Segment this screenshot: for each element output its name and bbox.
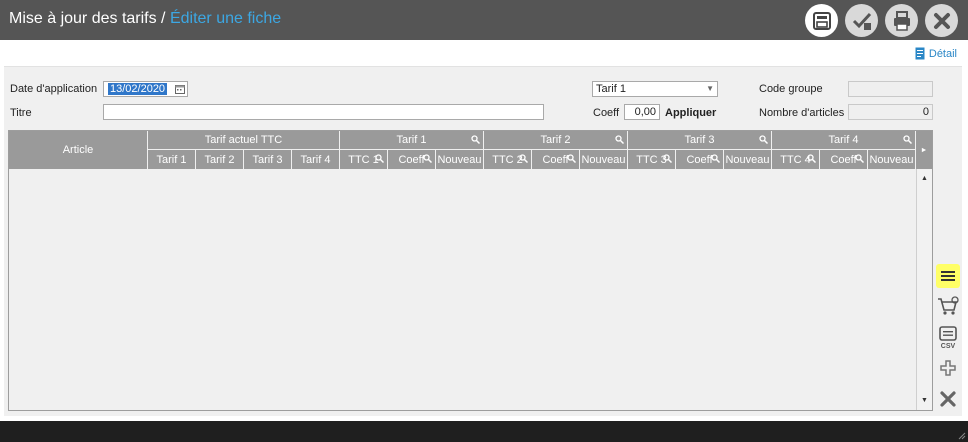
subheader-coeff-4-label: Coeff <box>830 153 857 166</box>
csv-icon: CSV <box>939 326 957 350</box>
apply-button[interactable]: Appliquer <box>665 107 716 119</box>
subheader-nouveau-2[interactable]: Nouveau <box>580 150 627 169</box>
coeff-field[interactable]: 0,00 <box>624 104 660 120</box>
date-value: 13/02/2020 <box>108 83 168 95</box>
magnifier-icon[interactable] <box>423 154 432 163</box>
magnifier-icon[interactable] <box>567 154 576 163</box>
svg-text:CSV: CSV <box>941 343 956 350</box>
csv-button[interactable]: CSV <box>936 325 960 351</box>
tarif-select-value: Tarif 1 <box>596 83 626 95</box>
cart-icon <box>938 296 959 315</box>
page-title: Mise à jour des tarifs / Éditer une fich… <box>9 10 281 28</box>
add-icon <box>940 360 956 376</box>
magnifier-icon[interactable] <box>375 154 384 163</box>
tarif-select[interactable]: Tarif 1 ▼ <box>592 81 718 97</box>
subheader-ttc-3[interactable]: TTC 3 <box>628 150 675 169</box>
subheader-tarif-2[interactable]: Tarif 2 <box>196 150 243 169</box>
add-button[interactable] <box>936 356 960 380</box>
subheader-ttc-1[interactable]: TTC 1 <box>340 150 387 169</box>
magnifier-icon[interactable] <box>615 135 624 144</box>
subheader-tarif-3[interactable]: Tarif 3 <box>244 150 291 169</box>
magnifier-icon[interactable] <box>903 135 912 144</box>
subheader-coeff-3-label: Coeff <box>686 153 713 166</box>
magnifier-icon[interactable] <box>471 135 480 144</box>
magnifier-icon[interactable] <box>711 154 720 163</box>
titre-label: Titre <box>10 107 32 119</box>
save-icon <box>812 11 831 30</box>
group-header-tarif-3-label: Tarif 3 <box>684 134 715 146</box>
magnifier-icon[interactable] <box>519 154 528 163</box>
bottom-bar <box>0 421 968 442</box>
menu-button[interactable] <box>936 264 960 288</box>
code-groupe-label: Code groupe <box>759 83 823 95</box>
scroll-up-button[interactable]: ▲ <box>917 171 932 186</box>
group-header-tarif-2: Tarif 2 <box>484 131 627 149</box>
group-header-tarif-actuel: Tarif actuel TTC <box>148 131 339 149</box>
title-subtitle: Éditer une fiche <box>169 10 282 27</box>
subheader-coeff-1[interactable]: Coeff <box>388 150 435 169</box>
resize-grip-icon[interactable] <box>956 430 966 440</box>
subheader-coeff-2-label: Coeff <box>542 153 569 166</box>
close-icon <box>933 12 950 29</box>
subheader-tarif-1[interactable]: Tarif 1 <box>148 150 195 169</box>
chevron-right-icon: ► <box>920 146 928 154</box>
subheader-coeff-4[interactable]: Coeff <box>820 150 867 169</box>
subheader-coeff-2[interactable]: Coeff <box>532 150 579 169</box>
chevron-down-icon: ▼ <box>706 84 714 93</box>
nb-articles-label: Nombre d'articles <box>759 107 845 119</box>
delete-button[interactable] <box>936 387 960 411</box>
validate-icon <box>852 12 871 30</box>
group-header-tarif-2-label: Tarif 2 <box>540 134 571 146</box>
titre-field[interactable] <box>103 104 544 120</box>
magnifier-icon[interactable] <box>759 135 768 144</box>
magnifier-icon[interactable] <box>663 154 672 163</box>
subheader-tarif-4[interactable]: Tarif 4 <box>292 150 339 169</box>
date-field[interactable]: 13/02/2020 <box>103 81 188 97</box>
subheader-coeff-1-label: Coeff <box>398 153 425 166</box>
subheader-coeff-3[interactable]: Coeff <box>676 150 723 169</box>
document-icon <box>915 47 925 60</box>
subheader-nouveau-3[interactable]: Nouveau <box>724 150 771 169</box>
print-button[interactable] <box>885 4 918 37</box>
detail-link[interactable]: Détail <box>915 47 957 60</box>
cart-button[interactable] <box>936 294 960 318</box>
coeff-label: Coeff <box>593 107 620 119</box>
group-header-tarif-1-label: Tarif 1 <box>396 134 427 146</box>
magnifier-icon[interactable] <box>807 154 816 163</box>
group-header-tarif-3: Tarif 3 <box>628 131 771 149</box>
detail-label: Détail <box>928 47 957 60</box>
calendar-icon[interactable] <box>175 84 185 94</box>
delete-icon <box>940 391 956 407</box>
subheader-nouveau-4[interactable]: Nouveau <box>868 150 915 169</box>
scroll-right-button[interactable]: ► <box>916 131 932 169</box>
group-header-tarif-4: Tarif 4 <box>772 131 915 149</box>
subheader-ttc-2[interactable]: TTC 2 <box>484 150 531 169</box>
code-groupe-field <box>848 81 933 97</box>
scroll-down-button[interactable]: ▼ <box>917 393 932 408</box>
print-icon <box>893 10 910 31</box>
validate-button[interactable] <box>845 4 878 37</box>
title-bar: Mise à jour des tarifs / Éditer une fich… <box>0 0 968 40</box>
menu-icon <box>941 271 955 281</box>
date-label: Date d'application <box>10 83 98 95</box>
tarifs-grid <box>8 130 933 411</box>
subheader-ttc-4[interactable]: TTC 4 <box>772 150 819 169</box>
save-button[interactable] <box>805 4 838 37</box>
magnifier-icon[interactable] <box>855 154 864 163</box>
title-text: Mise à jour des tarifs / <box>9 10 170 27</box>
group-header-tarif-1: Tarif 1 <box>340 131 483 149</box>
close-button[interactable] <box>925 4 958 37</box>
subheader-nouveau-1[interactable]: Nouveau <box>436 150 483 169</box>
nb-articles-field: 0 <box>848 104 933 120</box>
vertical-scrollbar[interactable]: ▲ ▼ <box>916 169 932 410</box>
group-header-tarif-4-label: Tarif 4 <box>828 134 859 146</box>
article-header[interactable]: Article <box>9 131 147 169</box>
